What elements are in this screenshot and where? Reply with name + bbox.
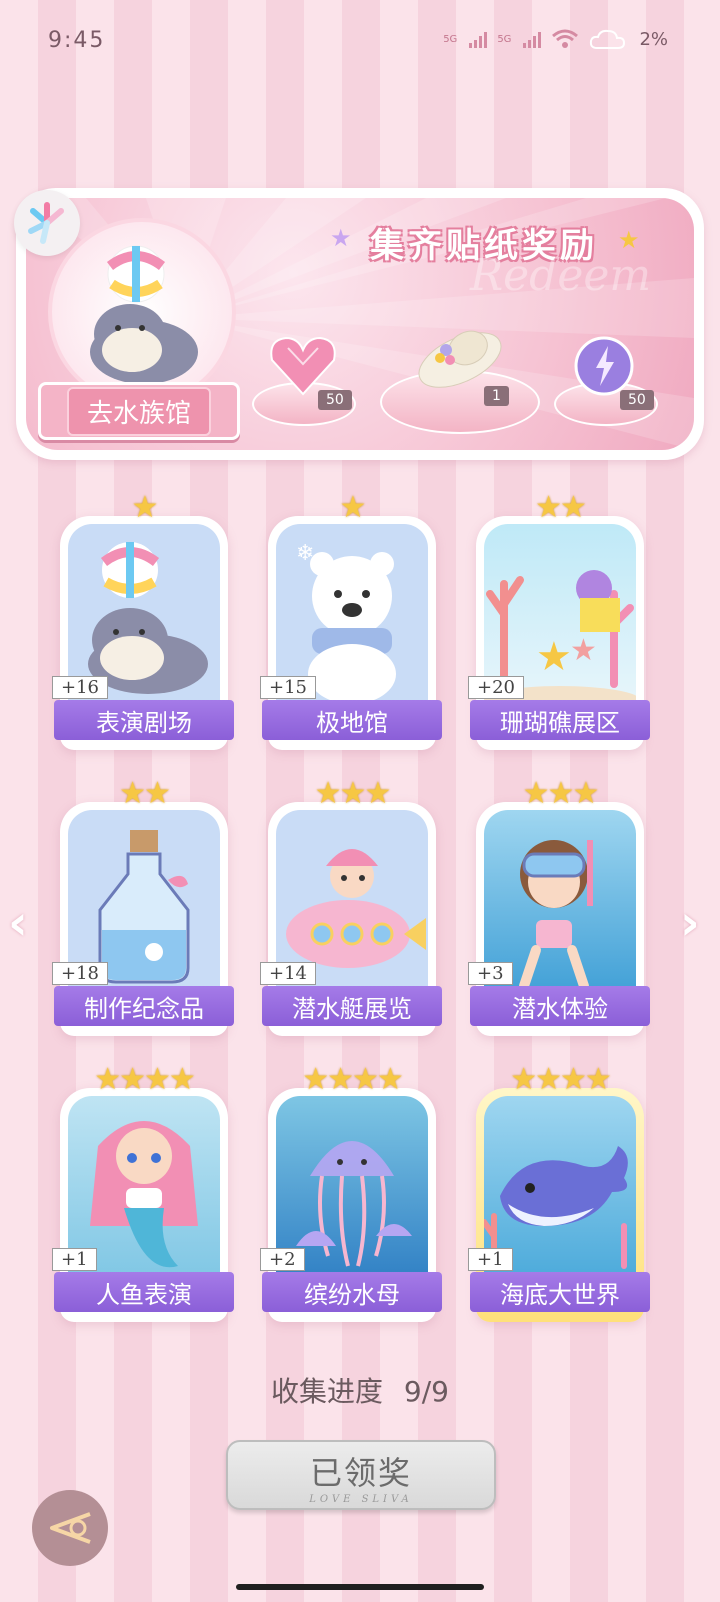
card-label: 极地馆 xyxy=(262,700,442,740)
status-icons: 5G 5G 2% xyxy=(443,28,668,50)
heart-gem-icon xyxy=(270,336,336,396)
seal-icon xyxy=(90,245,198,384)
card-frame: +2 缤纷水母 xyxy=(260,1088,442,1322)
card-count: +14 xyxy=(260,962,316,985)
svg-text:★: ★ xyxy=(570,633,597,668)
reward-count: 1 xyxy=(484,386,509,406)
card-frame: +18 制作纪念品 xyxy=(52,802,234,1036)
card-count: +2 xyxy=(260,1248,305,1271)
star-rating-icon: ★★★★ xyxy=(94,1062,196,1097)
banner-subtitle: Redeem xyxy=(470,250,652,301)
home-indicator[interactable] xyxy=(236,1584,484,1590)
card-label: 潜水艇展览 xyxy=(262,986,442,1026)
card-count: +3 xyxy=(468,962,513,985)
claimed-button[interactable]: 已领奖 LOVE SLIVA xyxy=(226,1440,496,1510)
star-rating-icon: ★★★★ xyxy=(302,1062,404,1097)
star-rating-icon: ★★★ xyxy=(314,776,392,811)
star-rating-icon: ★★★★ xyxy=(510,1062,612,1097)
reward-heart-gem[interactable]: 50 xyxy=(252,330,356,430)
network-label-2: 5G xyxy=(497,33,512,45)
card-frame: +16 表演剧场 xyxy=(52,516,234,750)
card-frame: +1 人鱼表演 xyxy=(52,1088,234,1322)
back-button[interactable] xyxy=(32,1490,108,1566)
network-label-1: 5G xyxy=(443,33,458,45)
go-aquarium-button[interactable]: 去水族馆 xyxy=(38,382,240,440)
card-count: +18 xyxy=(52,962,108,985)
aquarium-illustration xyxy=(48,218,236,406)
signal-icon xyxy=(469,30,488,48)
status-bar: 9:45 5G 5G 2% xyxy=(0,28,720,58)
star-rating-icon: ★★ xyxy=(119,776,171,811)
next-page-button[interactable]: › xyxy=(680,895,700,951)
reward-count: 50 xyxy=(620,390,654,410)
card-label: 制作纪念品 xyxy=(54,986,234,1026)
svg-text:★: ★ xyxy=(536,634,572,680)
signal-icon xyxy=(523,30,542,48)
card-frame: +14 潜水艇展览 xyxy=(260,802,442,1036)
claimed-label: 已领奖 xyxy=(309,1454,412,1492)
card-frame: ★ ★ +20 珊瑚礁展区 xyxy=(468,516,650,750)
svg-text:❄: ❄ xyxy=(296,541,314,566)
go-aquarium-label: 去水族馆 xyxy=(66,386,211,436)
card-count: +1 xyxy=(468,1248,513,1271)
star-rating-icon: ★ xyxy=(339,490,367,525)
reward-count: 50 xyxy=(318,390,352,410)
card-count: +15 xyxy=(260,676,316,699)
card-label: 潜水体验 xyxy=(470,986,650,1026)
status-time: 9:45 xyxy=(48,28,106,53)
card-frame: ❄ +15 极地馆 xyxy=(260,516,442,750)
card-label: 缤纷水母 xyxy=(262,1272,442,1312)
card-frame: +1 海底大世界 xyxy=(468,1088,650,1322)
progress-label: 收集进度 xyxy=(271,1375,384,1408)
card-count: +20 xyxy=(468,676,524,699)
star-rating-icon: ★★★ xyxy=(522,776,600,811)
star-deco-icon: ★ xyxy=(330,224,352,252)
wifi-icon xyxy=(552,29,579,48)
claimed-sublabel: LOVE SLIVA xyxy=(309,1494,413,1505)
back-arrow-icon xyxy=(50,1512,91,1544)
cloud-battery-icon xyxy=(590,29,626,49)
prev-page-button[interactable]: ‹ xyxy=(8,895,28,951)
reward-purple-orb[interactable]: 50 xyxy=(554,330,658,430)
collection-progress: 收集进度 9/9 xyxy=(0,1370,720,1410)
progress-value: 9/9 xyxy=(403,1375,449,1408)
star-rating-icon: ★ xyxy=(131,490,159,525)
card-frame: +3 潜水体验 xyxy=(468,802,650,1036)
card-label: 人鱼表演 xyxy=(54,1272,234,1312)
card-count: +1 xyxy=(52,1248,97,1271)
battery-text: 2% xyxy=(639,28,668,50)
card-label: 海底大世界 xyxy=(470,1272,650,1312)
card-label: 珊瑚礁展区 xyxy=(470,700,650,740)
reward-hat[interactable]: 1 xyxy=(380,310,540,440)
star-rating-icon: ★★ xyxy=(535,490,587,525)
card-label: 表演剧场 xyxy=(54,700,234,740)
card-count: +16 xyxy=(52,676,108,699)
lightning-orb-icon xyxy=(574,336,634,396)
